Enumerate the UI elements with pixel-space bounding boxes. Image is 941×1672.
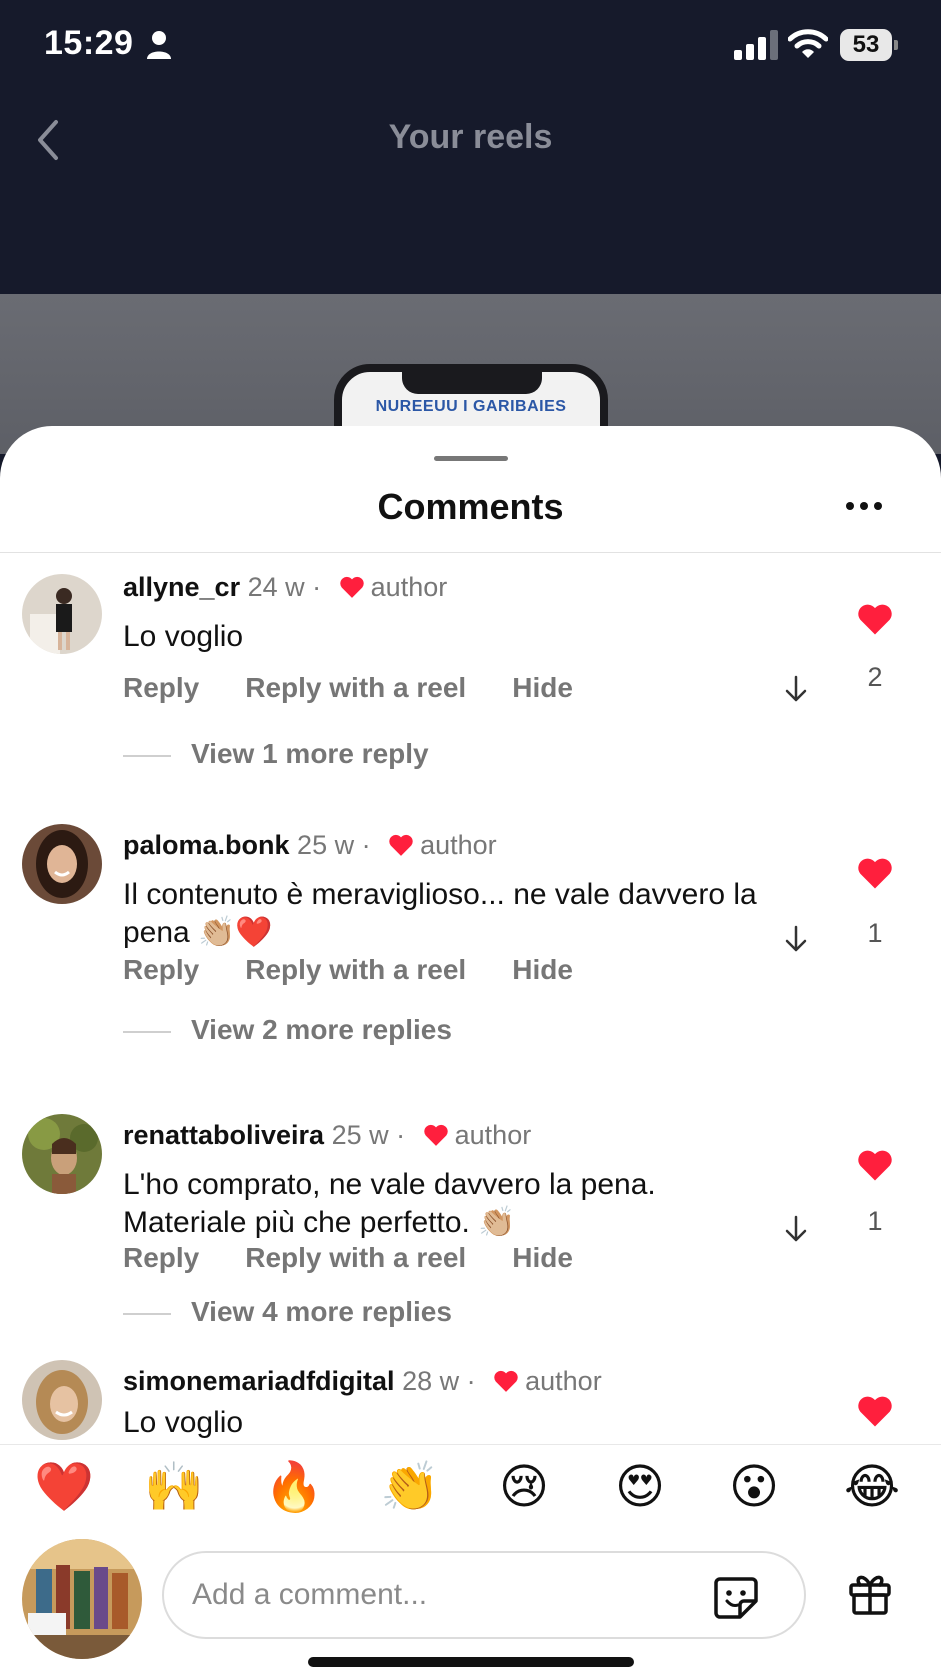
phone-screen-text: NUREEUU I GARIBAIES [375, 398, 567, 415]
arrow-down-icon[interactable] [784, 924, 808, 954]
like-count: 1 [867, 918, 883, 948]
comment-username[interactable]: paloma.bonk [123, 830, 290, 860]
heart-icon [339, 576, 364, 598]
arrow-down-icon[interactable] [784, 1214, 808, 1244]
comment-item: allyne_cr 24 w · author Lo voglio Reply R… [0, 566, 941, 776]
more-options-icon[interactable] [844, 498, 884, 514]
comment-age: 24 w [247, 572, 305, 602]
view-replies-label: View 2 more replies [191, 1014, 452, 1045]
comment-age: 28 w [402, 1366, 460, 1396]
arrow-down-icon[interactable] [784, 674, 808, 704]
hide-button[interactable]: Hide [512, 954, 573, 985]
emoji-tears-of-joy[interactable]: 😂 [842, 1459, 902, 1515]
reply-with-reel-button[interactable]: Reply with a reel [245, 954, 466, 985]
author-label: author [420, 830, 497, 860]
author-label: author [370, 572, 448, 602]
like-heart-icon[interactable] [856, 1148, 894, 1182]
page-title: Your reels [388, 118, 553, 156]
battery-level: 53 [840, 29, 892, 61]
hide-button[interactable]: Hide [512, 1242, 573, 1273]
author-label: author [525, 1366, 602, 1396]
comment-text: Lo voglio [123, 620, 244, 653]
comment-item: simonemariadfdigital 28 w · author Lo vo… [0, 1360, 941, 1450]
home-indicator [308, 1657, 634, 1667]
hide-button[interactable]: Hide [512, 672, 573, 703]
person-icon [147, 31, 171, 59]
comment-item: paloma.bonk 25 w · author Il contenuto è… [0, 824, 941, 1054]
sticker-icon[interactable] [712, 1573, 760, 1621]
divider [0, 552, 941, 553]
comment-text: L'ho comprato, ne vale davvero la pena. … [123, 1168, 656, 1239]
comment-meta: simonemariadfdigital 28 w · author [123, 1366, 602, 1396]
comment-actions: Reply Reply with a reel Hide [123, 954, 619, 986]
emoji-raising-hands[interactable]: 🙌 [144, 1459, 204, 1515]
comment-meta: allyne_cr 24 w · author [123, 572, 448, 602]
heart-icon [389, 834, 413, 856]
reply-with-reel-button[interactable]: Reply with a reel [245, 672, 466, 703]
comment-text: Lo voglio [123, 1406, 244, 1439]
comment-username[interactable]: allyne_cr [123, 572, 240, 602]
comment-age: 25 w [331, 1120, 389, 1150]
reply-button[interactable]: Reply [123, 672, 199, 703]
emoji-crying-face[interactable]: 😢 [494, 1459, 554, 1515]
emoji-surprised-face[interactable]: 😮 [724, 1459, 784, 1515]
view-replies-button[interactable]: View 1 more reply [123, 738, 429, 770]
composer-area: ❤️ 🙌 🔥 👏 😢 😍 😮 😂 [0, 1444, 941, 1672]
like-heart-icon[interactable] [856, 1394, 894, 1428]
author-label: author [454, 1120, 532, 1150]
avatar[interactable] [22, 1114, 102, 1194]
view-replies-button[interactable]: View 4 more replies [123, 1296, 452, 1328]
comment-input[interactable] [192, 1573, 692, 1617]
like-heart-icon[interactable] [856, 602, 894, 636]
gift-icon[interactable] [846, 1569, 894, 1617]
emoji-fire[interactable]: 🔥 [264, 1459, 324, 1515]
comment-item: renattaboliveira 25 w · author L'ho comp… [0, 1114, 941, 1334]
sheet-drag-handle[interactable] [434, 456, 508, 461]
avatar[interactable] [22, 824, 102, 904]
view-replies-label: View 1 more reply [191, 738, 429, 769]
status-bar: 15:29 53 [0, 0, 941, 92]
avatar[interactable] [22, 574, 102, 654]
like-heart-icon[interactable] [856, 856, 894, 890]
heart-icon [423, 1124, 448, 1146]
status-time: 15:29 [44, 24, 134, 62]
comment-actions: Reply Reply with a reel Hide [123, 672, 619, 704]
emoji-red-heart[interactable]: ❤️ [34, 1459, 94, 1515]
like-count: 2 [867, 662, 883, 692]
comment-actions: Reply Reply with a reel Hide [123, 1242, 619, 1274]
nav-bar: Your reels [0, 92, 941, 294]
battery-indicator: 53 [840, 29, 898, 61]
comment-meta: renattaboliveira 25 w · author [123, 1120, 532, 1150]
comment-username[interactable]: simonemariadfdigital [123, 1366, 395, 1396]
view-replies-label: View 4 more replies [191, 1296, 452, 1327]
reply-with-reel-button[interactable]: Reply with a reel [245, 1242, 466, 1273]
cellular-signal-icon [734, 30, 778, 60]
comment-input-container [162, 1551, 806, 1639]
comment-username[interactable]: renattaboliveira [123, 1120, 324, 1150]
current-user-avatar[interactable] [22, 1539, 142, 1659]
comment-age: 25 w [297, 830, 355, 860]
avatar[interactable] [22, 1360, 102, 1440]
view-replies-button[interactable]: View 2 more replies [123, 1014, 452, 1046]
sheet-title: Comments [377, 486, 564, 527]
emoji-heart-eyes[interactable]: 😍 [610, 1459, 670, 1515]
reply-button[interactable]: Reply [123, 954, 199, 985]
heart-icon [494, 1370, 518, 1392]
wifi-icon [788, 29, 828, 58]
reply-button[interactable]: Reply [123, 1242, 199, 1273]
comment-text: Il contenuto è meraviglioso... ne vale d… [123, 878, 757, 949]
like-count: 1 [867, 1206, 883, 1236]
comment-meta: paloma.bonk 25 w · author [123, 830, 497, 860]
emoji-clapping-hands[interactable]: 👏 [380, 1459, 440, 1515]
